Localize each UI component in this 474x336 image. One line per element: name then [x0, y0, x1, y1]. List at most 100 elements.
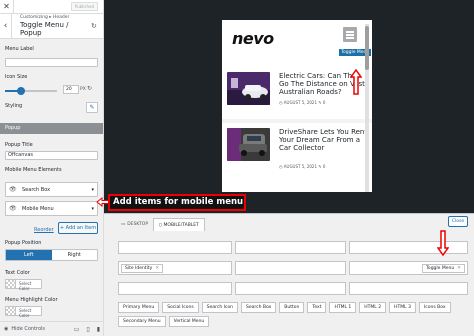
published-button[interactable]: Published: [70, 2, 98, 11]
post-meta: ◷ AUGUST 5, 2021 ✎ 0: [279, 100, 325, 105]
menu-label-input[interactable]: [5, 58, 98, 67]
site-logo[interactable]: nevo: [232, 29, 274, 48]
post-comments: 0: [322, 164, 326, 169]
breadcrumb: Customizing ▸ Header Toggle Menu / Popup: [12, 15, 91, 37]
element-item-label: Search Box: [22, 187, 51, 193]
post-title[interactable]: DriveShare Lets You Rent Your Dream Car …: [279, 128, 369, 152]
eye-icon[interactable]: 👁: [9, 205, 17, 212]
menu-label-label: Menu Label: [5, 46, 34, 52]
text-color-label: Text Color: [5, 270, 30, 276]
available-item[interactable]: Secondary Menu: [118, 316, 166, 327]
post-meta: ◷ AUGUST 5, 2021 ✎ 0: [279, 164, 325, 169]
drop-zone[interactable]: [118, 282, 232, 295]
breadcrumb-path: Customizing ▸ Header: [20, 15, 70, 20]
section-header: ‹ Customizing ▸ Header Toggle Menu / Pop…: [0, 13, 103, 39]
close-builder-button[interactable]: Close: [448, 216, 468, 227]
calendar-icon: ◷: [279, 164, 283, 169]
styling-edit-icon[interactable]: ✎: [86, 102, 98, 113]
position-left-option[interactable]: Left: [6, 250, 52, 260]
available-item[interactable]: Primary Menu: [118, 302, 160, 313]
element-item-mobile-menu[interactable]: 👁 Mobile Menu ▾: [5, 201, 98, 216]
post-thumbnail[interactable]: [227, 128, 270, 161]
builder-item-site-identity[interactable]: Site Identity ✕: [121, 264, 164, 273]
caret-down-icon[interactable]: ▾: [91, 206, 94, 212]
styling-label: Styling: [5, 103, 23, 109]
icon-size-unit: PX: [80, 87, 86, 92]
select-color-label: Select Color: [19, 308, 32, 318]
icon-size-reset-icon[interactable]: ↻: [87, 85, 92, 92]
reorder-link[interactable]: Reorder: [34, 227, 54, 233]
scrollbar-thumb[interactable]: [365, 26, 369, 70]
desktop-preview-icon[interactable]: ▭: [74, 326, 80, 333]
available-item[interactable]: Search Box: [241, 302, 277, 313]
mobile-elements-label: Mobile Menu Elements: [5, 167, 62, 173]
remove-icon[interactable]: ✕: [457, 266, 461, 271]
available-item[interactable]: Search Icon: [201, 302, 239, 313]
eye-icon[interactable]: 👁: [9, 186, 17, 193]
available-item[interactable]: Vertical Menu: [168, 316, 210, 327]
tab-mobile-label: MOBILE/TABLET: [163, 222, 199, 228]
element-item-label: Mobile Menu: [22, 206, 54, 212]
available-item[interactable]: HTML 2: [359, 302, 387, 313]
divider: [222, 119, 372, 123]
drop-zone[interactable]: [118, 241, 232, 254]
drop-zone[interactable]: Site Identity ✕: [118, 261, 232, 275]
add-item-button[interactable]: + Add an Item: [58, 222, 98, 234]
hide-controls-label: Hide Controls: [11, 326, 46, 332]
builder-item-toggle-menu[interactable]: Toggle Menu ✕: [421, 264, 465, 273]
hide-controls-button[interactable]: ◉ Hide Controls: [4, 326, 45, 332]
color-swatch: [6, 280, 16, 288]
builder-item-label: Toggle Menu: [425, 266, 455, 271]
select-color-label: Select Color: [19, 281, 32, 291]
builder-row-bottom: [118, 282, 468, 295]
drop-zone[interactable]: [349, 282, 468, 295]
icon-size-slider[interactable]: [5, 87, 57, 95]
builder-row-top: [118, 241, 468, 254]
section-title: Toggle Menu / Popup: [20, 21, 69, 37]
text-color-picker[interactable]: Select Color: [5, 279, 42, 291]
post-comments: 0: [322, 100, 326, 105]
position-right-option[interactable]: Right: [51, 250, 97, 260]
builder-item-label: Site Identity: [125, 266, 153, 271]
mobile-preview-icon[interactable]: ▮: [97, 326, 100, 333]
customizer-sidebar: ✕ Published ‹ Customizing ▸ Header Toggl…: [0, 0, 104, 336]
available-item[interactable]: HTML 1: [329, 302, 357, 313]
available-item[interactable]: HTML 3: [389, 302, 416, 313]
icon-size-slider-handle[interactable]: [16, 87, 25, 95]
device-switcher: ▭ ▯ ▮: [74, 326, 100, 333]
drop-zone[interactable]: [235, 282, 346, 295]
mobile-preview: nevo Toggle Menu Electric Cars: Can They…: [222, 20, 372, 192]
drop-zone[interactable]: [235, 261, 346, 275]
drop-zone[interactable]: Toggle Menu ✕: [349, 261, 468, 275]
caret-down-icon[interactable]: ▾: [91, 187, 94, 193]
post-date: AUGUST 5, 2021: [283, 164, 317, 169]
popup-title-label: Popup Title: [5, 142, 33, 148]
drop-zone[interactable]: [235, 241, 346, 254]
available-item[interactable]: Text: [307, 302, 327, 313]
highlight-color-picker[interactable]: Select Color: [5, 306, 42, 318]
hamburger-menu-icon[interactable]: [343, 27, 357, 42]
up-arrow-annotation-icon: [350, 68, 362, 95]
tab-desktop-label: DESKTOP: [127, 222, 149, 227]
element-item-search-box[interactable]: 👁 Search Box ▾: [5, 182, 98, 197]
preview-scrollbar[interactable]: [365, 24, 369, 192]
reset-icon[interactable]: ↻: [91, 22, 99, 30]
drop-zone[interactable]: [349, 241, 468, 254]
tab-mobile-tablet[interactable]: ▯ MOBILE/TABLET: [153, 218, 205, 231]
available-item[interactable]: Icons Box: [418, 302, 451, 313]
available-item[interactable]: Button: [279, 302, 305, 313]
post-card[interactable]: DriveShare Lets You Rent Your Dream Car …: [227, 128, 367, 173]
post-card[interactable]: Electric Cars: Can They Go The Distance …: [227, 72, 367, 117]
post-thumbnail[interactable]: [227, 72, 270, 105]
comment-icon: ✎: [318, 164, 322, 169]
popup-title-input[interactable]: Offcanvas: [5, 151, 98, 160]
post-date: AUGUST 5, 2021: [283, 100, 317, 105]
available-item[interactable]: Social Icons: [162, 302, 199, 313]
tab-desktop[interactable]: ▭ DESKTOP: [116, 218, 153, 231]
remove-icon[interactable]: ✕: [155, 266, 159, 271]
tablet-preview-icon[interactable]: ▯: [86, 326, 89, 333]
close-customizer-icon[interactable]: ✕: [0, 0, 14, 14]
icon-size-input[interactable]: 20: [63, 85, 79, 94]
calendar-icon: ◷: [279, 100, 283, 105]
back-chevron-icon[interactable]: ‹: [0, 13, 12, 39]
